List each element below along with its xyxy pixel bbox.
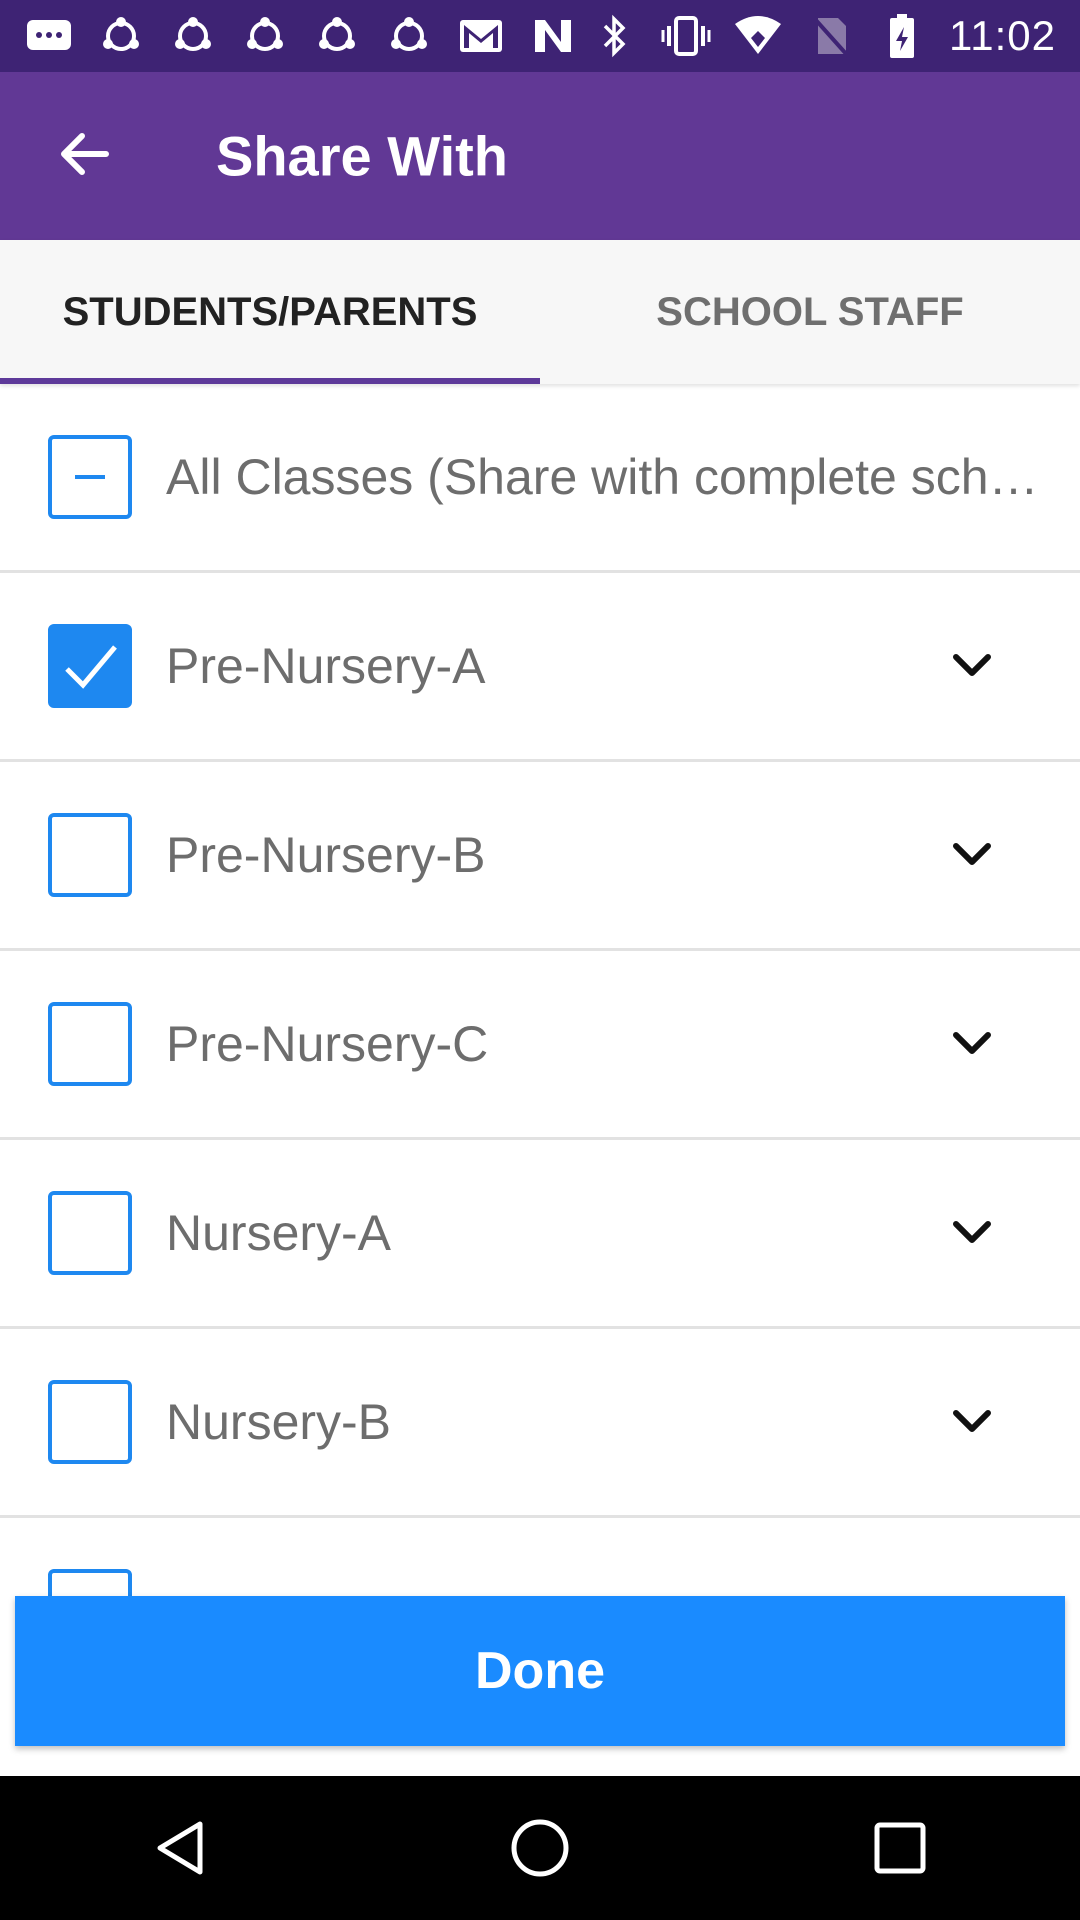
- all-classes-label: All Classes (Share with complete sch…: [166, 449, 1039, 505]
- status-bar: 11:02: [0, 0, 1080, 72]
- gmail-icon: [456, 14, 506, 58]
- app-bar: Share With: [0, 72, 1080, 240]
- app-notification-icon: [168, 14, 218, 58]
- message-icon: [24, 14, 74, 58]
- class-label: Nursery-B: [166, 1394, 392, 1450]
- all-classes-row[interactable]: All Classes (Share with complete sch…: [0, 384, 1080, 573]
- back-button[interactable]: [48, 120, 120, 192]
- done-button[interactable]: Done: [15, 1596, 1065, 1746]
- nav-back-button[interactable]: [120, 1788, 240, 1908]
- chevron-down-icon: [953, 1410, 991, 1432]
- chevron-down-icon: [953, 843, 991, 865]
- square-recents-icon: [874, 1822, 926, 1874]
- class-label: Pre-Nursery-A: [166, 638, 486, 694]
- class-label: Nursery-A: [166, 1205, 392, 1261]
- app-notification-icon: [240, 14, 290, 58]
- expand-button[interactable]: [944, 1205, 1000, 1261]
- expand-button[interactable]: [944, 1394, 1000, 1450]
- page-title: Share With: [216, 124, 508, 188]
- list-item[interactable]: Nursery-B: [0, 1329, 1080, 1518]
- list-item[interactable]: Pre-Nursery-C: [0, 951, 1080, 1140]
- wifi-icon: [733, 14, 783, 58]
- expand-button[interactable]: [944, 638, 1000, 694]
- class-checkbox[interactable]: [48, 1191, 132, 1275]
- battery-icon: [877, 14, 927, 58]
- list-item[interactable]: Pre-Nursery-B: [0, 762, 1080, 951]
- class-checkbox[interactable]: [48, 1569, 132, 1596]
- class-label: Pre-Nursery-C: [166, 1016, 489, 1072]
- vibrate-icon: [661, 14, 711, 58]
- class-checkbox[interactable]: [48, 813, 132, 897]
- no-sim-icon: [805, 14, 855, 58]
- chevron-down-icon: [953, 1221, 991, 1243]
- circle-home-icon: [511, 1819, 569, 1877]
- navigation-bar: [0, 1776, 1080, 1920]
- all-classes-checkbox[interactable]: [48, 435, 132, 519]
- tab-bar: STUDENTS/PARENTS SCHOOL STAFF: [0, 240, 1080, 384]
- arrow-back-icon: [56, 126, 112, 187]
- expand-button[interactable]: [944, 827, 1000, 883]
- n-icon: [528, 14, 578, 58]
- nav-recents-button[interactable]: [840, 1788, 960, 1908]
- bluetooth-icon: [589, 14, 639, 58]
- class-checkbox[interactable]: [48, 624, 132, 708]
- app-notification-icon: [312, 14, 362, 58]
- class-list: All Classes (Share with complete sch… Pr…: [0, 384, 1080, 1596]
- class-checkbox[interactable]: [48, 1002, 132, 1086]
- minus-icon: [75, 475, 105, 479]
- expand-button[interactable]: [944, 1583, 1000, 1596]
- tab-students-parents[interactable]: STUDENTS/PARENTS: [0, 240, 540, 384]
- expand-button[interactable]: [944, 1016, 1000, 1072]
- chevron-down-icon: [953, 1032, 991, 1054]
- check-icon: [65, 645, 117, 689]
- tab-school-staff[interactable]: SCHOOL STAFF: [540, 240, 1080, 384]
- triangle-back-icon: [157, 1821, 203, 1875]
- list-item[interactable]: Nursery-A: [0, 1140, 1080, 1329]
- list-item-partial[interactable]: [0, 1518, 1080, 1596]
- app-notification-icon: [384, 14, 434, 58]
- class-checkbox[interactable]: [48, 1380, 132, 1464]
- nav-home-button[interactable]: [480, 1788, 600, 1908]
- clock: 11:02: [949, 12, 1056, 59]
- chevron-down-icon: [953, 654, 991, 676]
- class-label: Pre-Nursery-B: [166, 827, 486, 883]
- app-notification-icon: [96, 14, 146, 58]
- list-item[interactable]: Pre-Nursery-A: [0, 573, 1080, 762]
